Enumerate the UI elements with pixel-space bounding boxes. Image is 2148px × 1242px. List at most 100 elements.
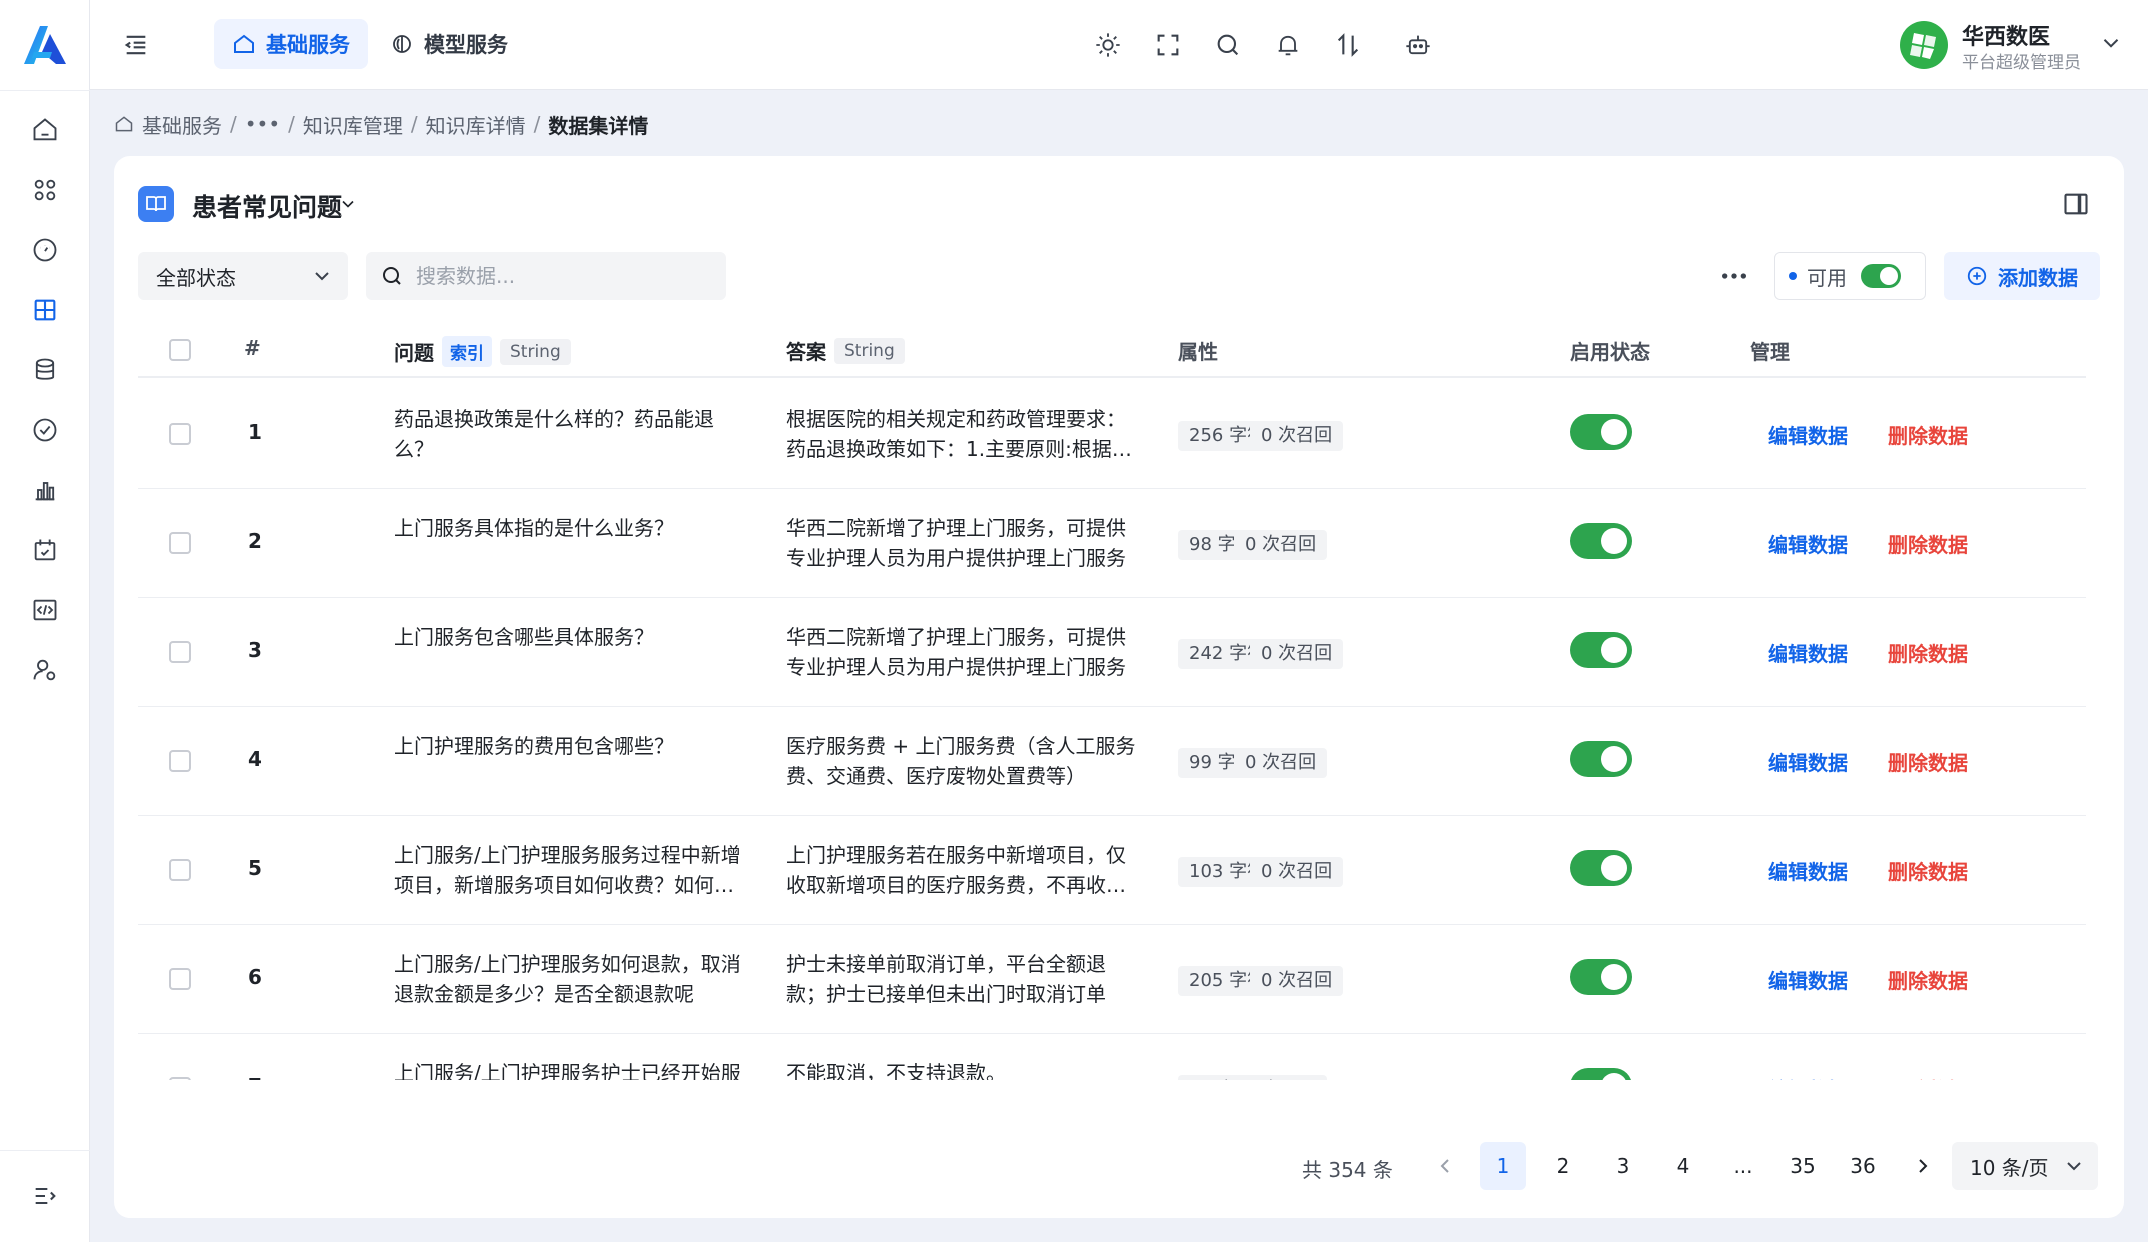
row-checkbox[interactable]: [169, 1077, 191, 1080]
collapse-sidebar-icon[interactable]: [122, 31, 150, 59]
page-button[interactable]: 1: [1480, 1142, 1526, 1190]
breadcrumb-item[interactable]: 知识库详情: [426, 110, 526, 139]
breadcrumb-separator: /: [288, 112, 295, 136]
column-header-question: 问题 索引 String: [394, 336, 571, 367]
column-header-index: #: [244, 336, 261, 360]
available-filter[interactable]: 可用: [1774, 252, 1926, 300]
edit-data-link[interactable]: 编辑数据: [1768, 1074, 1848, 1080]
page-button[interactable]: 35: [1780, 1142, 1826, 1190]
row-checkbox[interactable]: [169, 423, 191, 445]
tab-basic-service[interactable]: 基础服务: [214, 19, 368, 69]
edit-data-link[interactable]: 编辑数据: [1768, 747, 1848, 776]
edit-data-link[interactable]: 编辑数据: [1768, 965, 1848, 994]
sidebar-expand-button[interactable]: [23, 1174, 67, 1218]
fullscreen-button[interactable]: [1152, 29, 1184, 61]
dataset-title[interactable]: 患者常见问题: [192, 188, 342, 224]
sidebar-item-apps[interactable]: [23, 168, 67, 212]
enable-toggle[interactable]: [1570, 523, 1632, 559]
edit-data-link[interactable]: 编辑数据: [1768, 856, 1848, 885]
tab-label: 基础服务: [266, 33, 350, 57]
question-cell: 上门服务包含哪些具体服务？: [394, 625, 654, 649]
search-input[interactable]: [416, 264, 712, 288]
side-panel-icon[interactable]: [2062, 190, 2090, 218]
enable-toggle[interactable]: [1570, 1068, 1632, 1080]
page-button[interactable]: 36: [1840, 1142, 1886, 1190]
available-toggle[interactable]: [1861, 264, 1901, 288]
enable-toggle[interactable]: [1570, 850, 1632, 886]
notifications-button[interactable]: [1272, 29, 1304, 61]
row-checkbox[interactable]: [169, 750, 191, 772]
database-icon: [35, 358, 55, 380]
sidebar-item-tasks[interactable]: [23, 408, 67, 452]
answer-cell: 根据医院的相关规定和药政管理要求：药品退换政策如下：1.主要原则:根据医院的相关…: [786, 407, 1132, 461]
sidebar-item-schedule[interactable]: [23, 528, 67, 572]
delete-data-link[interactable]: 删除数据: [1888, 420, 1968, 449]
row-checkbox[interactable]: [169, 532, 191, 554]
prev-page-button[interactable]: [1422, 1142, 1468, 1190]
page-ellipsis[interactable]: ...: [1720, 1142, 1766, 1190]
add-data-button[interactable]: 添加数据: [1944, 252, 2100, 300]
assistant-button[interactable]: [1402, 29, 1434, 61]
delete-data-link[interactable]: 删除数据: [1888, 638, 1968, 667]
delete-data-link[interactable]: 删除数据: [1888, 1074, 1968, 1080]
sidebar-item-analytics[interactable]: [23, 468, 67, 512]
table-row: 4 上门护理服务的费用包含哪些？ 医疗服务费 + 上门服务费（含人工服务费、交通费、…: [138, 707, 2086, 816]
sidebar: [0, 0, 90, 1242]
page-button[interactable]: 2: [1540, 1142, 1586, 1190]
sidebar-item-layout[interactable]: [23, 288, 67, 332]
column-label: 管理: [1750, 340, 1790, 364]
more-options-icon[interactable]: [1718, 260, 1750, 292]
page-button[interactable]: 4: [1660, 1142, 1706, 1190]
breadcrumb-item[interactable]: 知识库管理: [303, 110, 403, 139]
edit-data-link[interactable]: 编辑数据: [1768, 420, 1848, 449]
enable-toggle[interactable]: [1570, 632, 1632, 668]
theme-toggle-button[interactable]: [1092, 29, 1124, 61]
edit-data-link[interactable]: 编辑数据: [1768, 529, 1848, 558]
column-label: 问题: [394, 341, 434, 365]
global-search-button[interactable]: [1212, 29, 1244, 61]
table-row: 6 上门服务/上门护理服务如何退款，取消退款金额是多少？是否全额退款呢 护士未接单前…: [138, 925, 2086, 1034]
sidebar-item-user-settings[interactable]: [23, 648, 67, 692]
data-table: # 问题 索引 String 答案 String 属性 启用状态 管理 1 药品退…: [138, 322, 2086, 1080]
question-cell: 上门服务具体指的是什么业务？: [394, 516, 674, 540]
row-checkbox[interactable]: [169, 641, 191, 663]
home-icon: [33, 118, 57, 141]
row-checkbox[interactable]: [169, 859, 191, 881]
switch-button[interactable]: [1332, 29, 1364, 61]
answer-cell: 华西二院新增了护理上门服务，可提供专业护理人员为用户提供护理上门服务: [786, 516, 1126, 570]
breadcrumb-separator: /: [533, 112, 541, 136]
chevron-down-icon[interactable]: [2098, 30, 2124, 56]
page-size-select[interactable]: 10 条/页: [1952, 1142, 2098, 1190]
sidebar-item-code[interactable]: [23, 588, 67, 632]
enable-toggle[interactable]: [1570, 741, 1632, 777]
book-icon: [138, 186, 174, 222]
sidebar-item-dashboard[interactable]: [23, 228, 67, 272]
delete-data-link[interactable]: 删除数据: [1888, 747, 1968, 776]
status-filter-value: 全部状态: [156, 265, 236, 290]
delete-data-link[interactable]: 删除数据: [1888, 856, 1968, 885]
tab-model-service[interactable]: 模型服务: [372, 19, 526, 69]
breadcrumb-item[interactable]: 基础服务: [142, 110, 222, 139]
sidebar-item-home[interactable]: [23, 108, 67, 152]
app-logo[interactable]: [20, 22, 70, 68]
user-name[interactable]: 华西数医: [1962, 19, 2050, 51]
delete-data-link[interactable]: 删除数据: [1888, 965, 1968, 994]
chevron-left-icon: [1440, 1159, 1449, 1173]
enable-toggle[interactable]: [1570, 959, 1632, 995]
row-checkbox[interactable]: [169, 968, 191, 990]
enable-toggle[interactable]: [1570, 414, 1632, 450]
next-page-button[interactable]: [1900, 1142, 1946, 1190]
sidebar-item-database[interactable]: [23, 348, 67, 392]
avatar[interactable]: [1900, 21, 1948, 69]
breadcrumb-ellipsis[interactable]: •••: [245, 112, 280, 136]
status-filter-select[interactable]: 全部状态: [138, 252, 348, 300]
search-field[interactable]: [366, 252, 726, 300]
check-circle-icon: [33, 418, 57, 442]
question-cell: 上门服务/上门护理服务如何退款，取消退款金额是多少？是否全额退款呢: [394, 952, 741, 1006]
edit-data-link[interactable]: 编辑数据: [1768, 638, 1848, 667]
breadcrumb: 基础服务 / ••• / 知识库管理 / 知识库详情 / 数据集详情: [114, 108, 648, 140]
chevron-down-icon[interactable]: [338, 194, 358, 214]
select-all-checkbox[interactable]: [169, 339, 191, 361]
delete-data-link[interactable]: 删除数据: [1888, 529, 1968, 558]
page-button[interactable]: 3: [1600, 1142, 1646, 1190]
